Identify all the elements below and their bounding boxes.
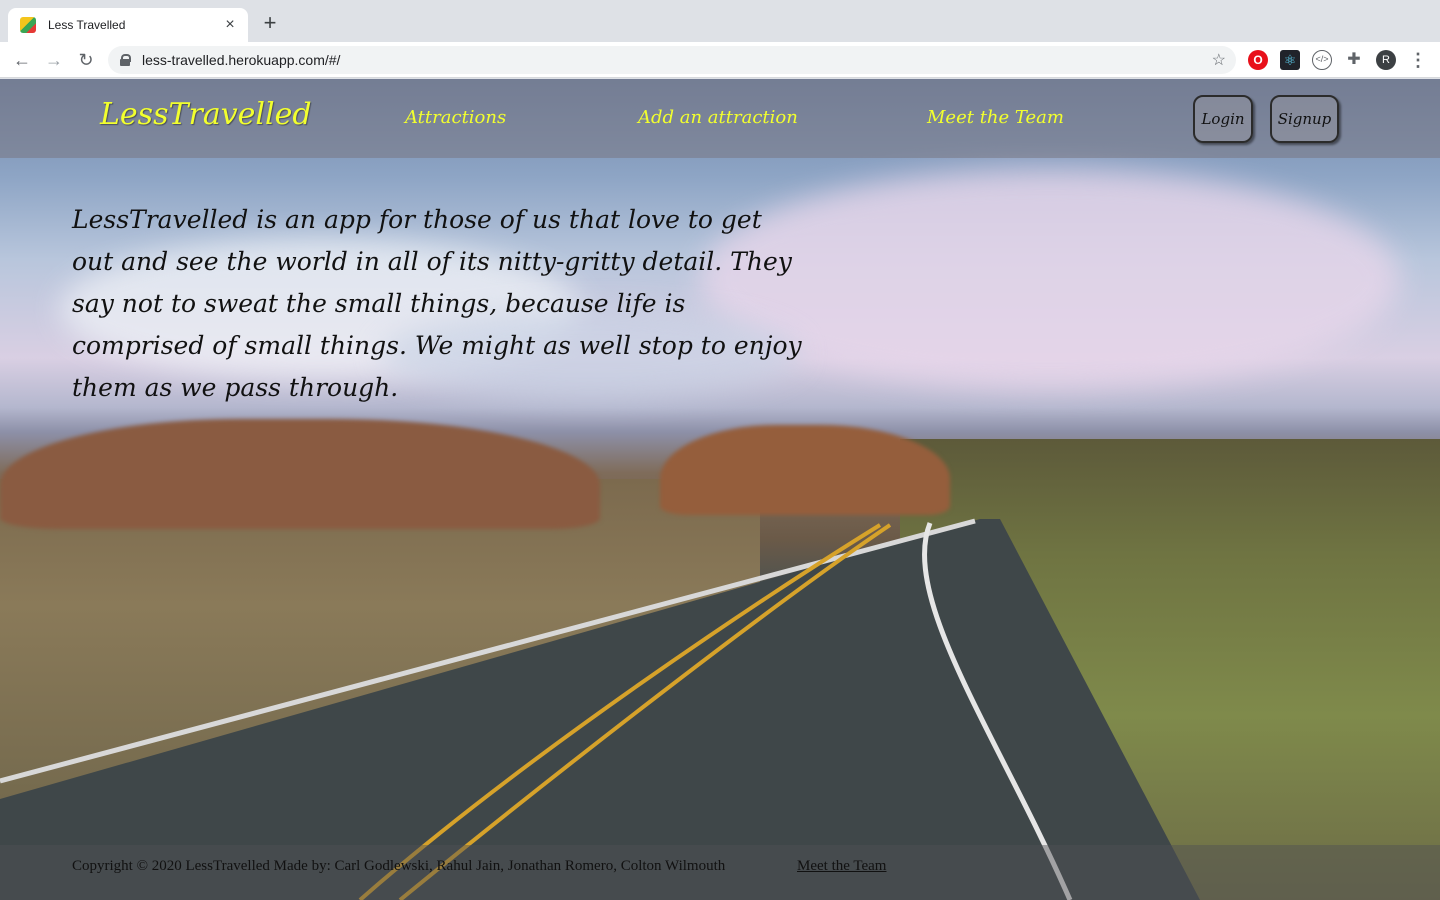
nav-link-meet-team[interactable]: Meet the Team	[927, 107, 1064, 128]
forward-icon[interactable]: →	[42, 48, 66, 72]
nav-link-attractions[interactable]: Attractions	[405, 107, 506, 128]
login-button[interactable]: Login	[1193, 95, 1253, 143]
footer-link-meet-team[interactable]: Meet the Team	[797, 858, 886, 875]
bookmark-star-icon[interactable]: ☆	[1212, 50, 1226, 70]
close-tab-icon[interactable]: ×	[222, 17, 238, 33]
nav-link-add-attraction[interactable]: Add an attraction	[638, 107, 798, 128]
brand-logo[interactable]: LessTravelled	[100, 97, 312, 132]
tab-strip: Less Travelled × +	[0, 0, 1440, 42]
new-tab-icon[interactable]: +	[258, 12, 282, 36]
signup-button[interactable]: Signup	[1270, 95, 1339, 143]
address-bar[interactable]: less-travelled.herokuapp.com/#/ ☆	[108, 46, 1236, 74]
intro-paragraph: LessTravelled is an app for those of us …	[72, 205, 802, 402]
lock-icon	[120, 54, 131, 66]
opera-icon[interactable]: O	[1248, 50, 1268, 70]
reload-icon[interactable]: ↻	[74, 48, 98, 72]
url-text[interactable]: less-travelled.herokuapp.com/#/	[142, 52, 340, 68]
code-icon[interactable]: </>	[1312, 50, 1332, 70]
profile-avatar[interactable]: R	[1376, 50, 1396, 70]
site-navbar: LessTravelled Attractions Add an attract…	[0, 79, 1440, 158]
copyright-text: Copyright © 2020 LessTravelled Made by: …	[72, 858, 726, 874]
tab-title: Less Travelled	[48, 18, 126, 32]
react-devtools-icon[interactable]: ⚛	[1280, 50, 1300, 70]
site-footer: Copyright © 2020 LessTravelled Made by: …	[0, 845, 1440, 900]
back-icon[interactable]: ←	[10, 48, 34, 72]
browser-toolbar: ← → ↻ less-travelled.herokuapp.com/#/ ☆ …	[0, 42, 1440, 78]
puzzle-icon[interactable]: ✚	[1344, 50, 1364, 70]
browser-tab[interactable]: Less Travelled ×	[8, 8, 248, 42]
page-viewport: LessTravelled Attractions Add an attract…	[0, 79, 1440, 900]
menu-dots-icon[interactable]: ⋮	[1408, 50, 1428, 70]
site-favicon-icon	[20, 17, 36, 33]
